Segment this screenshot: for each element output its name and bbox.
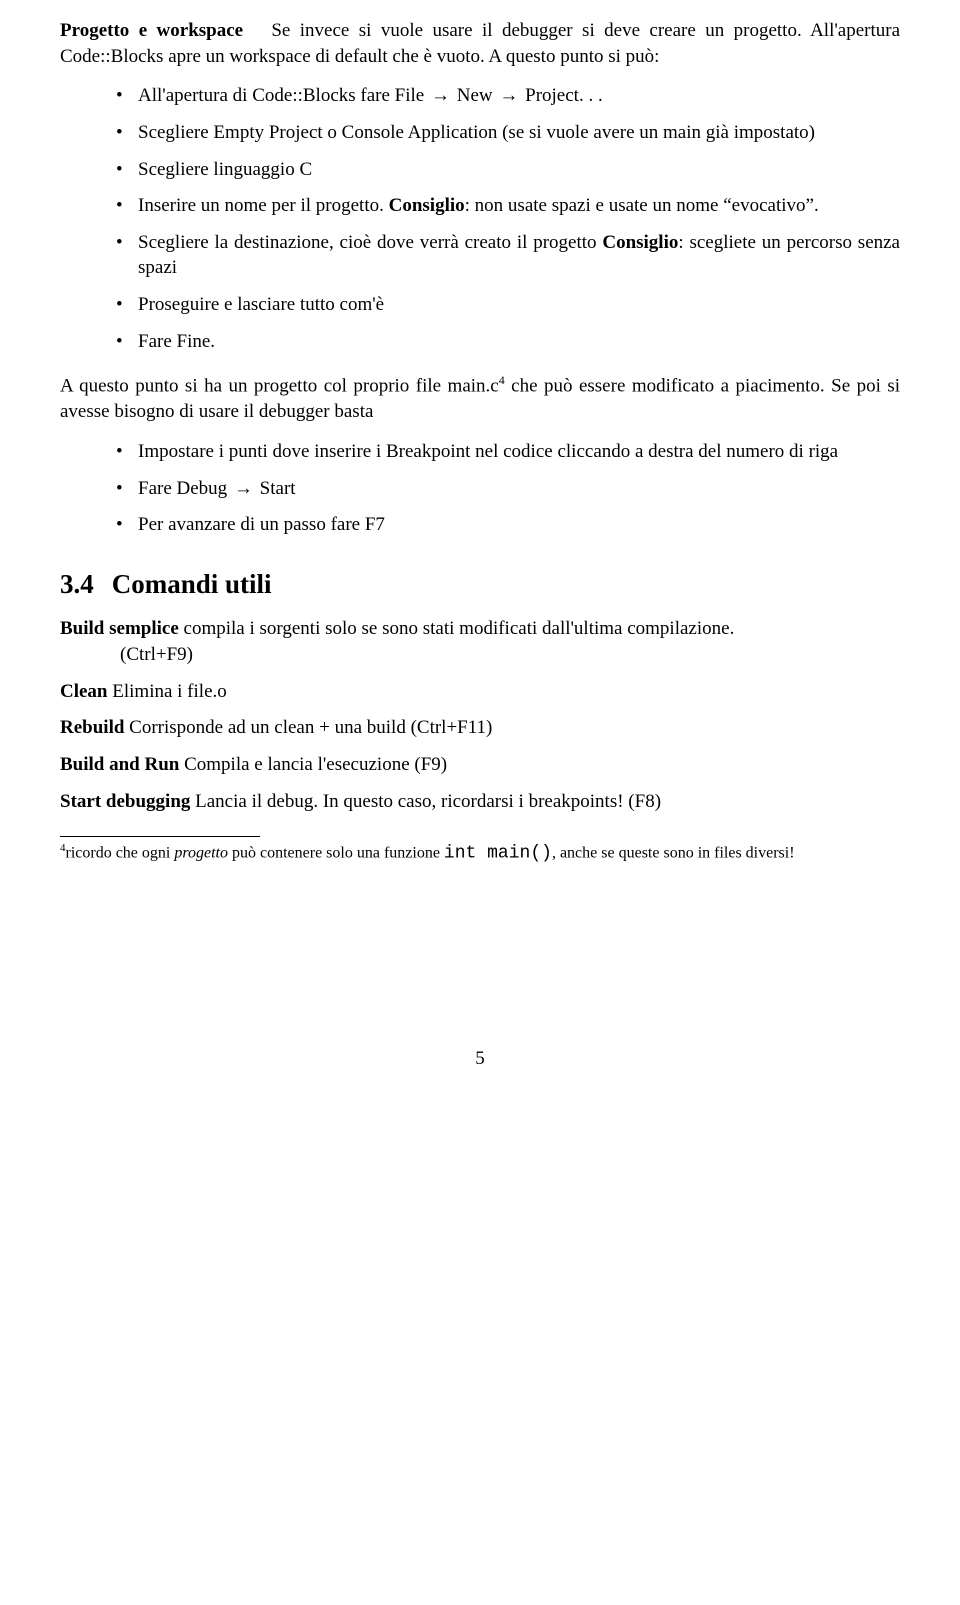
section-number: 3.4: [60, 569, 94, 599]
arrow-icon: →: [497, 83, 520, 109]
intro-paragraph: Progetto e workspace Se invece si vuole …: [60, 18, 900, 69]
list-item: Impostare i punti dove inserire i Breakp…: [122, 439, 900, 465]
list-item: All'apertura di Code::Blocks fare File →…: [122, 83, 900, 109]
list-item: Per avanzare di un passo fare F7: [122, 512, 900, 538]
commands-list: Build semplice compila i sorgenti solo s…: [60, 616, 900, 814]
steps-list-2: Impostare i punti dove inserire i Breakp…: [60, 439, 900, 538]
list-item: Scegliere linguaggio C: [122, 157, 900, 183]
list-item: Proseguire e lasciare tutto com'è: [122, 292, 900, 318]
arrow-icon: →: [429, 83, 452, 109]
footnote-4: 4ricordo che ogni progetto può contenere…: [60, 841, 900, 866]
arrow-icon: →: [232, 476, 255, 502]
steps-list-1: All'apertura di Code::Blocks fare File →…: [60, 83, 900, 354]
dl-item: Build semplice compila i sorgenti solo s…: [60, 616, 900, 667]
section-heading: 3.4 Comandi utili: [60, 566, 900, 602]
list-item: Inserire un nome per il progetto. Consig…: [122, 193, 900, 219]
dl-item: Rebuild Corrisponde ad un clean + una bu…: [60, 715, 900, 741]
page-number: 5: [60, 1046, 900, 1072]
list-item: Fare Debug → Start: [122, 476, 900, 502]
mid-paragraph: A questo punto si ha un progetto col pro…: [60, 372, 900, 425]
list-item: Fare Fine.: [122, 329, 900, 355]
footnote-rule: [60, 836, 260, 837]
intro-runin: Progetto e workspace: [60, 20, 243, 41]
section-title: Comandi utili: [112, 569, 272, 599]
dl-item: Start debugging Lancia il debug. In ques…: [60, 789, 900, 815]
dl-item: Build and Run Compila e lancia l'esecuzi…: [60, 752, 900, 778]
list-item: Scegliere la destinazione, cioè dove ver…: [122, 230, 900, 281]
dl-item: Clean Elimina i file.o: [60, 679, 900, 705]
list-item: Scegliere Empty Project o Console Applic…: [122, 120, 900, 146]
